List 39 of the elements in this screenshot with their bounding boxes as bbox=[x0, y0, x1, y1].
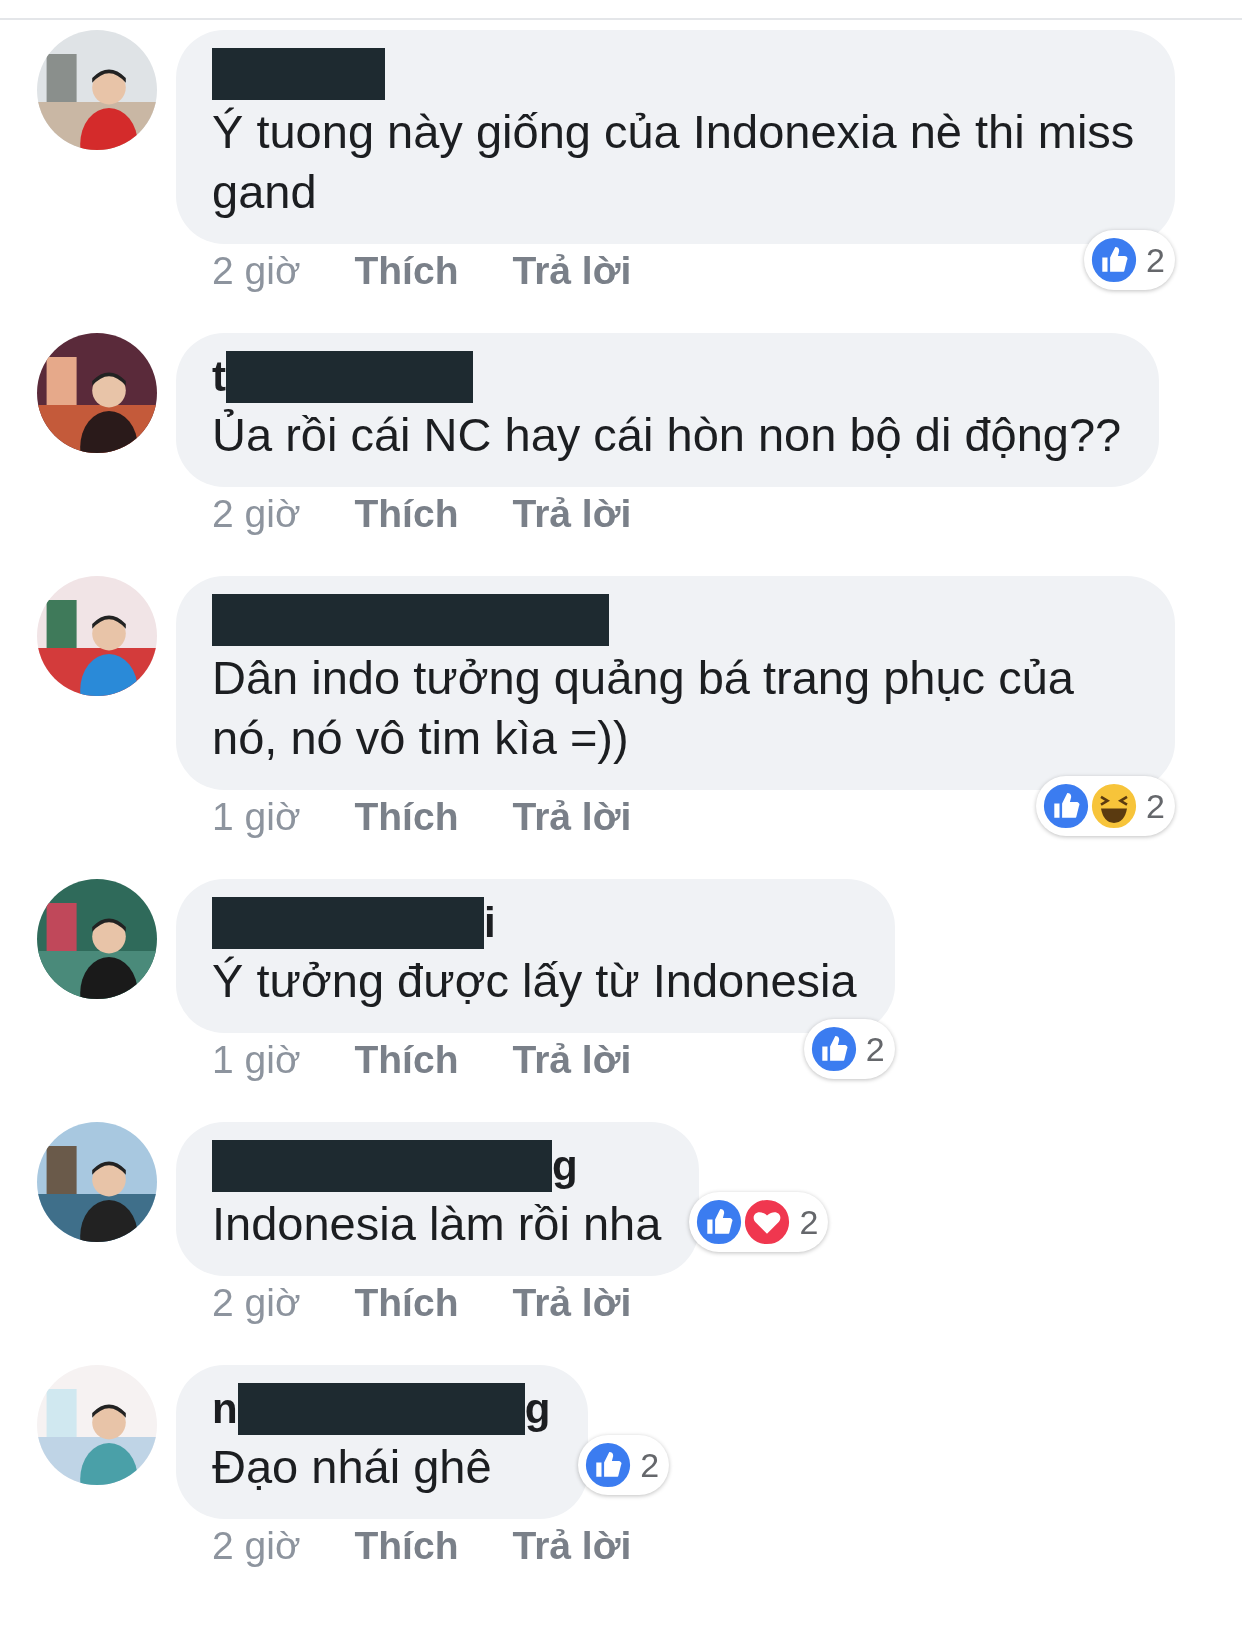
reaction-badge[interactable]: 2 bbox=[578, 1435, 670, 1495]
like-link[interactable]: Thích bbox=[354, 1524, 459, 1568]
name-fragment: g bbox=[524, 1384, 551, 1434]
reaction-count: 2 bbox=[799, 1202, 819, 1242]
reaction-badge[interactable]: 2 bbox=[1084, 230, 1175, 290]
reaction-count: 2 bbox=[1146, 786, 1165, 826]
comment-text: Ủa rồi cái NC hay cái hòn non bộ di động?? bbox=[212, 407, 1122, 463]
comment-text: Ý tưởng được lấy từ Indonesia bbox=[212, 953, 857, 1009]
reaction-count: 2 bbox=[865, 1029, 885, 1069]
reaction-badge[interactable]: 2 bbox=[689, 1192, 829, 1252]
name-fragment: n bbox=[212, 1384, 238, 1434]
like-link[interactable]: Thích bbox=[354, 1281, 459, 1325]
name-fragment: i bbox=[484, 898, 496, 948]
timestamp: 1 giờ bbox=[212, 1038, 301, 1082]
timestamp: 1 giờ bbox=[212, 795, 301, 839]
comment-text: Ý tuong này giống của Indonexia nè thi miss gand bbox=[212, 104, 1136, 220]
reaction-count: 2 bbox=[640, 1445, 660, 1485]
reply-link[interactable]: Trả lời bbox=[512, 1038, 632, 1082]
name-fragment: t bbox=[212, 352, 226, 402]
like-link[interactable]: Thích bbox=[354, 1038, 459, 1082]
timestamp: 2 giờ bbox=[212, 492, 301, 536]
reply-link[interactable]: Trả lời bbox=[512, 1524, 632, 1568]
comment-text: Indonesia làm rồi nha bbox=[212, 1196, 662, 1252]
reply-link[interactable]: Trả lời bbox=[512, 795, 632, 839]
reaction-count: 2 bbox=[1146, 240, 1165, 280]
comment-text: Dân indo tưởng quảng bá trang phục của nó, nó vô tim kìa =)) bbox=[212, 650, 1075, 766]
timestamp: 2 giờ bbox=[212, 249, 301, 293]
reply-link[interactable]: Trả lời bbox=[512, 1281, 632, 1325]
like-link[interactable]: Thích bbox=[354, 492, 459, 536]
like-link[interactable]: Thích bbox=[354, 249, 459, 293]
reaction-badge[interactable]: 2 bbox=[1036, 776, 1175, 836]
reaction-badge[interactable]: 2 bbox=[803, 1019, 895, 1079]
timestamp: 2 giờ bbox=[212, 1281, 301, 1325]
timestamp: 2 giờ bbox=[212, 1524, 301, 1568]
reply-link[interactable]: Trả lời bbox=[512, 249, 632, 293]
reply-link[interactable]: Trả lời bbox=[512, 492, 632, 536]
name-fragment: g bbox=[552, 1141, 578, 1191]
comment-text: Đạo nhái ghê bbox=[212, 1439, 493, 1495]
like-link[interactable]: Thích bbox=[354, 795, 459, 839]
